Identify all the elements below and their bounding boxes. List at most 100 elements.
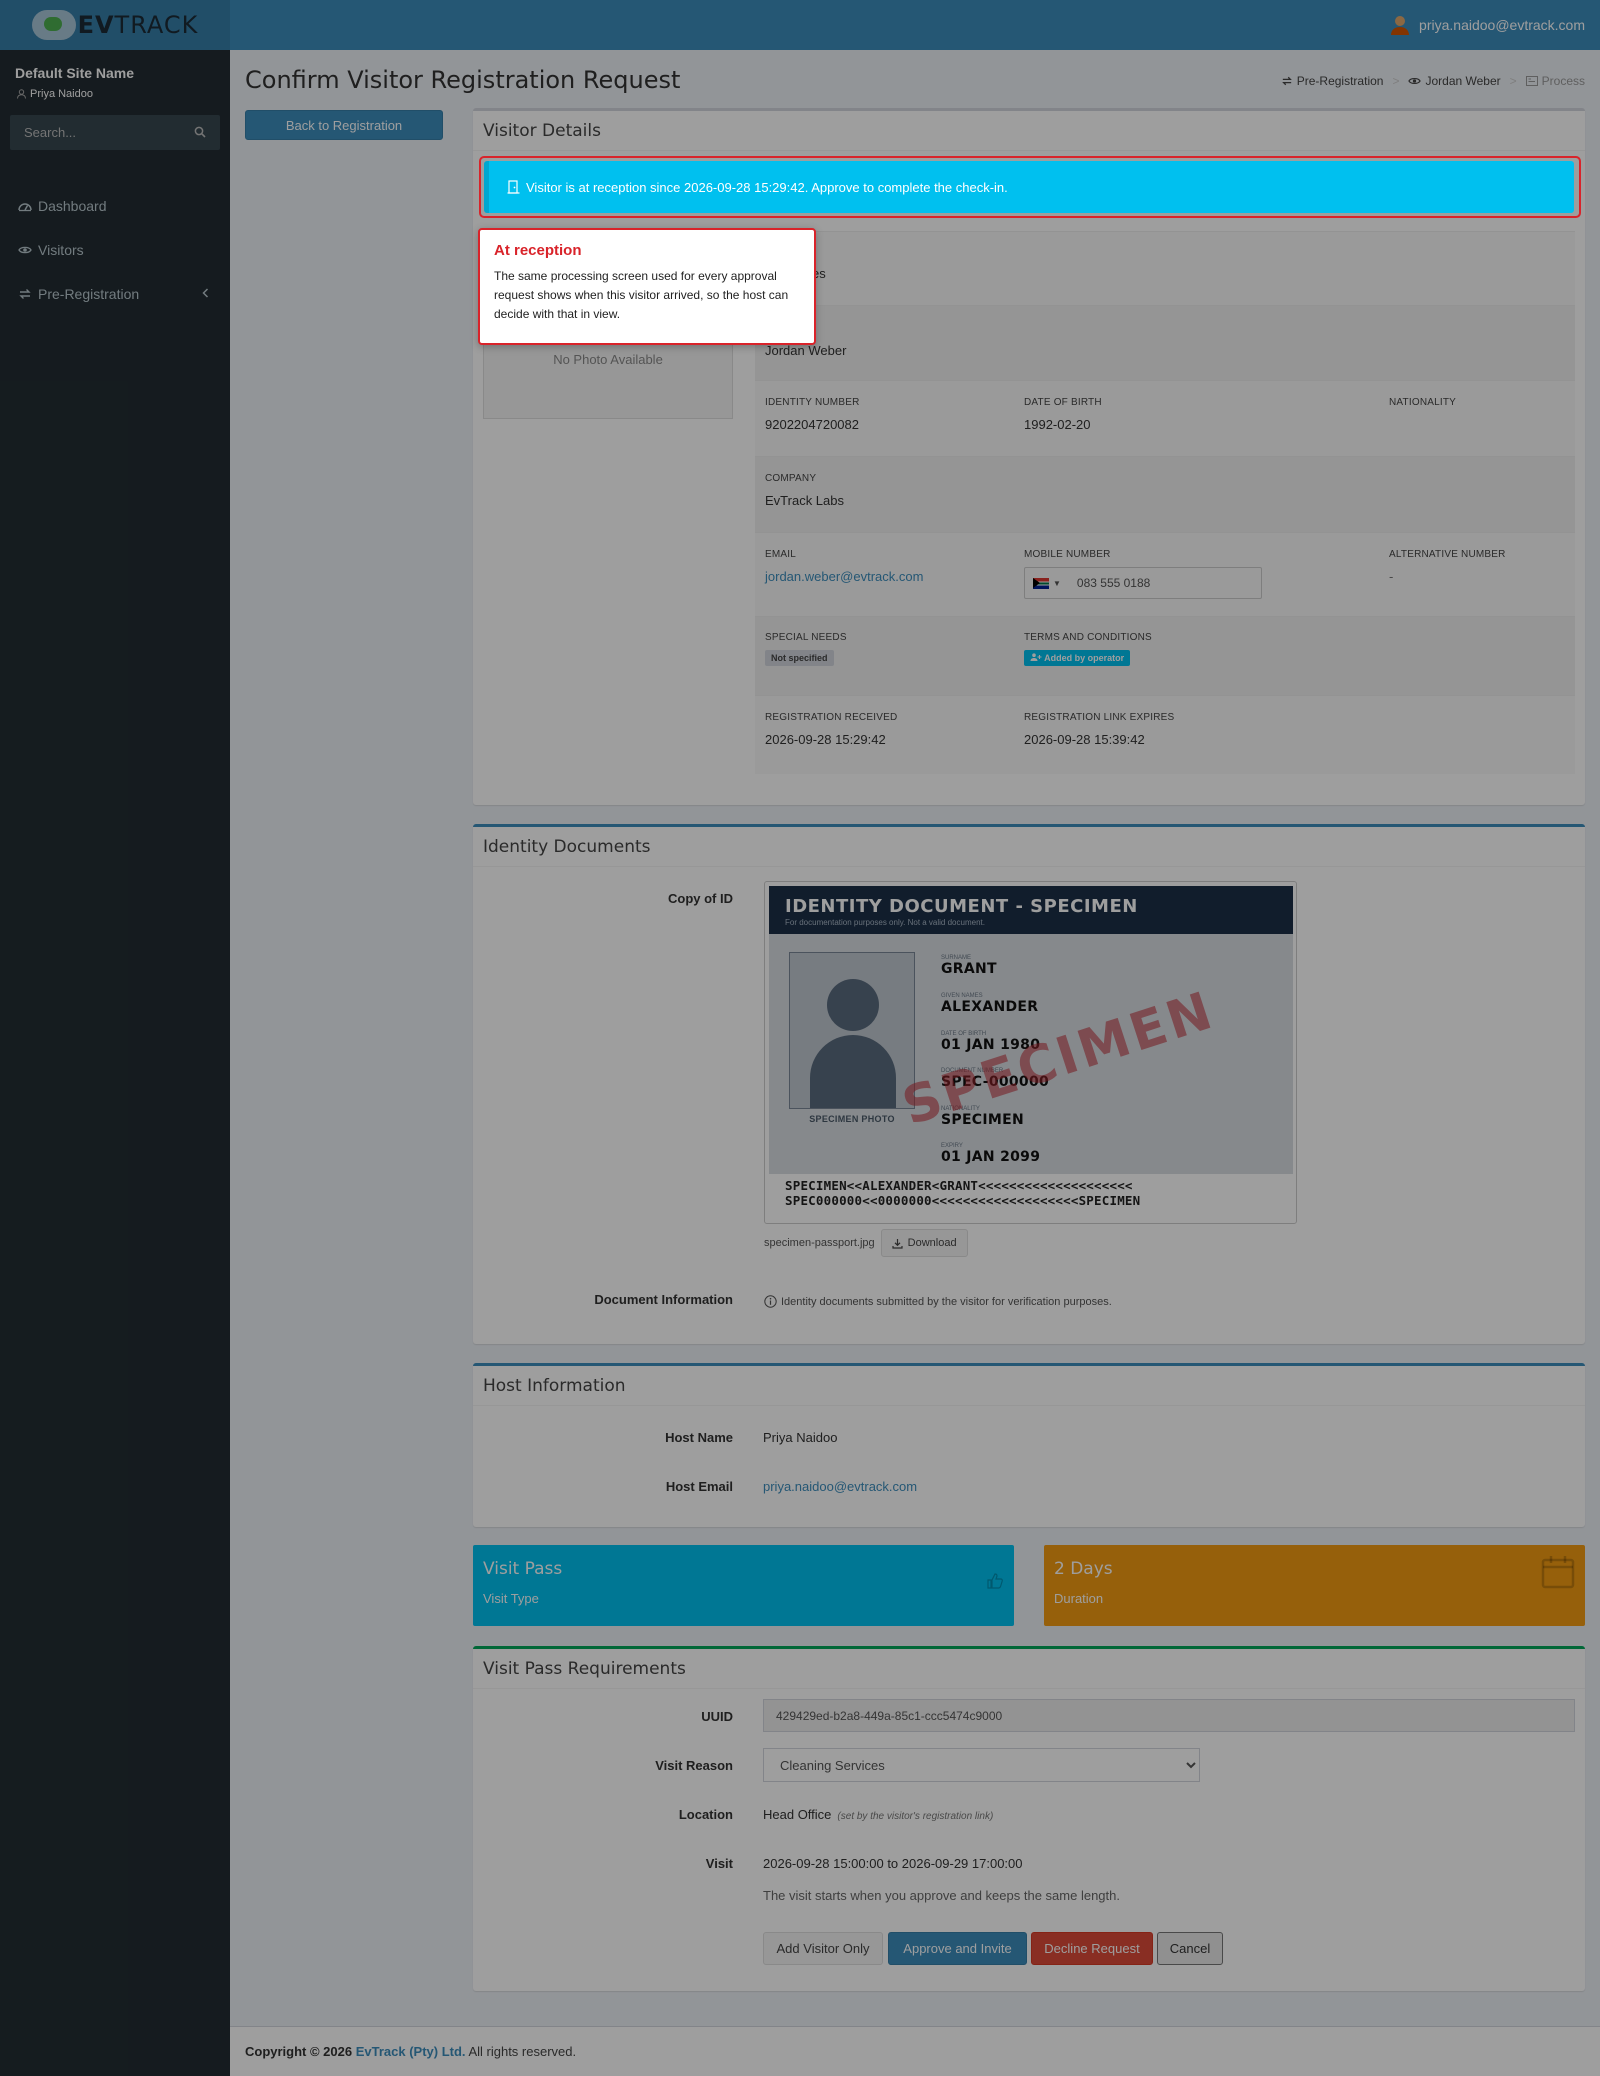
no-photo-text: No Photo Available — [553, 352, 663, 367]
mobile-number-value: 083 555 0188 — [1076, 576, 1151, 590]
document-file-line: specimen-passport.jpg Download — [764, 1229, 968, 1257]
info-icon — [764, 1295, 777, 1308]
sidebar: Default Site Name Priya Naidoo Dashboard… — [0, 50, 230, 2076]
copy-of-id-label: Copy of ID — [668, 891, 733, 906]
detail-row-name: ME Jordan Weber — [755, 305, 1575, 380]
id-document-body: SPECIMEN PHOTO SURNAME GRANT GIVEN NAMES A… — [769, 934, 1293, 1174]
host-email-label: Host Email — [665, 1479, 733, 1494]
company-value: EvTrack Labs — [765, 493, 844, 508]
user-plus-icon — [1030, 653, 1042, 661]
visit-reason-label: Visit Reason — [655, 1758, 733, 1773]
document-information-label: Document Information — [594, 1292, 733, 1307]
host-name-label: Host Name — [665, 1430, 733, 1445]
date-of-birth-label: DATE OF BIRTH — [1024, 397, 1102, 408]
detail-row-reason: SON g Services — [755, 231, 1575, 305]
tooltip-title: At reception — [494, 242, 582, 259]
registration-expires-value: 2026-09-28 15:39:42 — [1024, 732, 1145, 747]
specimen-photo — [789, 952, 915, 1109]
rights-text: All rights reserved. — [468, 2044, 577, 2059]
visit-label: Visit — [705, 1856, 733, 1871]
back-to-registration-button[interactable]: Back to Registration — [245, 110, 443, 140]
uuid-field[interactable] — [763, 1699, 1575, 1732]
logo[interactable]: EVTRACK — [0, 0, 230, 50]
footer: Copyright © 2026 EvTrack (Pty) Ltd. All … — [230, 2026, 1600, 2076]
company-label: COMPANY — [765, 473, 817, 484]
logo-cloud-icon — [31, 10, 76, 40]
chevron-left-icon — [202, 288, 209, 298]
content-wrapper: Confirm Visitor Registration Request Pre… — [230, 50, 1600, 2010]
visit-pass-requirements-title: Visit Pass Requirements — [473, 1649, 1585, 1689]
registration-received-value: 2026-09-28 15:29:42 — [765, 732, 886, 747]
email-label: EMAIL — [765, 549, 797, 560]
user-menu[interactable]: priya.naidoo@evtrack.com — [1389, 0, 1585, 50]
document-filename: specimen-passport.jpg — [764, 1237, 875, 1249]
thumbs-up-icon — [987, 1573, 1003, 1589]
cancel-button[interactable]: Cancel — [1157, 1932, 1223, 1965]
detail-row-company: COMPANY EvTrack Labs — [755, 456, 1575, 532]
registration-received-label: REGISTRATION RECEIVED — [765, 712, 898, 723]
sidebar-item-dashboard[interactable]: Dashboard — [0, 184, 230, 228]
visitor-email-link[interactable]: jordan.weber@evtrack.com — [765, 569, 923, 584]
decline-request-button[interactable]: Decline Request — [1031, 1932, 1153, 1965]
nationality-label: NATIONALITY — [1389, 397, 1457, 408]
download-button[interactable]: Download — [880, 1229, 968, 1257]
id-document-image[interactable]: IDENTITY DOCUMENT - SPECIMEN For documen… — [764, 881, 1297, 1224]
identity-number-value: 9202204720082 — [765, 417, 859, 432]
breadcrumb: Pre-Registration > Jordan Weber > Proces… — [1281, 74, 1585, 88]
id-field-surname: SURNAME GRANT — [941, 955, 997, 977]
alternative-number-label: ALTERNATIVE NUMBER — [1389, 549, 1506, 560]
alternative-number-value: - — [1389, 569, 1394, 584]
breadcrumb-item-visitor[interactable]: Jordan Weber — [1408, 74, 1501, 88]
south-africa-flag-icon — [1033, 577, 1049, 589]
duration-title: 2 Days — [1054, 1559, 1113, 1579]
terms-badge: Added by operator — [1024, 650, 1131, 666]
sidebar-item-pre-registration[interactable]: Pre-Registration — [0, 272, 230, 316]
visit-pass-info-box: Visit Pass Visit Type — [473, 1545, 1014, 1626]
sidebar-search — [10, 115, 220, 150]
visit-type-label: Visit Type — [483, 1591, 539, 1606]
visit-reason-select[interactable]: Cleaning Services — [763, 1748, 1200, 1782]
duration-info-box: 2 Days Duration — [1044, 1545, 1585, 1626]
visit-pass-requirements-box: Visit Pass Requirements UUID Visit Reaso… — [473, 1646, 1585, 1991]
eye-icon — [1408, 77, 1422, 85]
download-icon — [892, 1238, 903, 1249]
host-email-link[interactable]: priya.naidoo@evtrack.com — [763, 1479, 917, 1494]
visit-note: The visit starts when you approve and ke… — [763, 1888, 1120, 1903]
location-label: Location — [678, 1807, 733, 1822]
special-needs-badge: Not specified — [765, 650, 834, 666]
sidebar-item-label: Pre-Registration — [38, 286, 140, 302]
dashboard-icon — [18, 203, 32, 212]
at-reception-alert: Visitor is at reception since 2026-09-28… — [484, 161, 1574, 213]
mobile-number-field[interactable]: ▼ 083 555 0188 — [1024, 567, 1262, 599]
person-silhouette-icon — [827, 979, 879, 1031]
identity-documents-title: Identity Documents — [473, 827, 1585, 867]
breadcrumb-item-pre-registration[interactable]: Pre-Registration — [1281, 74, 1383, 88]
add-visitor-only-button[interactable]: Add Visitor Only — [763, 1932, 883, 1965]
sidebar-item-visitors[interactable]: Visitors — [0, 228, 230, 272]
alert-text: Visitor is at reception since 2026-09-28… — [526, 179, 1008, 195]
duration-label: Duration — [1054, 1591, 1104, 1606]
user-avatar-icon — [1391, 16, 1410, 35]
specimen-photo-caption: SPECIMEN PHOTO — [809, 1114, 895, 1124]
approve-and-invite-button[interactable]: Approve and Invite — [888, 1932, 1027, 1965]
sidebar-search-input[interactable] — [24, 125, 184, 140]
host-information-box: Host Information Host Name Priya Naidoo … — [473, 1363, 1585, 1527]
copyright-text: Copyright © 2026 — [245, 2044, 353, 2059]
process-icon — [1525, 76, 1538, 86]
highlight-layer: Visitor is at reception since 2026-09-28… — [473, 108, 1585, 223]
exchange-icon — [1281, 76, 1292, 86]
breadcrumb-separator: > — [1509, 74, 1517, 88]
location-note: (set by the visitor's registration link) — [837, 1811, 994, 1822]
footer-brand-link[interactable]: EvTrack (Pty) Ltd. — [356, 2044, 466, 2059]
user-email: priya.naidoo@evtrack.com — [1419, 17, 1585, 33]
calendar-icon — [1541, 1556, 1575, 1589]
search-icon[interactable] — [194, 126, 206, 138]
id-field-given-names: GIVEN NAMES ALEXANDER — [941, 993, 1039, 1015]
visitor-name-value: Jordan Weber — [765, 343, 847, 358]
uuid-label: UUID — [701, 1709, 733, 1724]
detail-row-identity: IDENTITY NUMBER 9202204720082 DATE OF BI… — [755, 380, 1575, 456]
host-information-title: Host Information — [473, 1366, 1585, 1406]
mobile-number-label: MOBILE NUMBER — [1024, 549, 1111, 560]
at-reception-tooltip: At reception The same processing screen … — [478, 228, 816, 345]
registration-expires-label: REGISTRATION LINK EXPIRES — [1024, 712, 1175, 723]
